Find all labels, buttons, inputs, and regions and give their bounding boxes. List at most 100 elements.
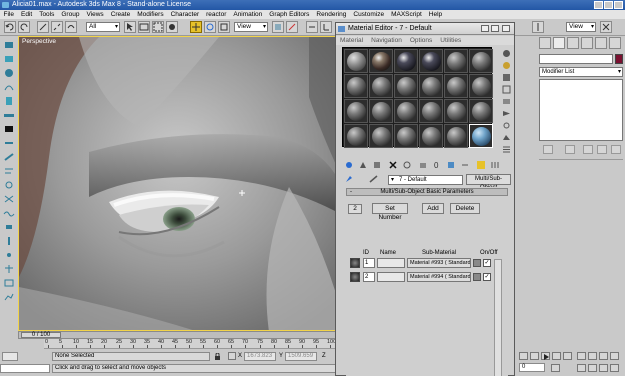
sample-slot[interactable] — [469, 99, 493, 123]
menu-help[interactable]: Help — [425, 10, 445, 19]
show-map-in-viewport-icon[interactable] — [446, 160, 456, 170]
sample-slot-selected[interactable] — [469, 124, 493, 148]
menu-maxscript[interactable]: MAXScript — [388, 10, 426, 19]
video-color-check-icon[interactable] — [501, 97, 512, 106]
timeline-ruler[interactable]: 0 5 10 15 20 25 30 35 40 45 50 55 60 65 70 75 80 85 90 95 10… — [44, 339, 336, 349]
pivot-center-icon[interactable] — [272, 21, 284, 33]
submaterial-id-field[interactable]: 1 — [363, 258, 375, 268]
me-menu-utilities[interactable]: Utilities — [436, 36, 465, 45]
minimize-button[interactable] — [594, 1, 603, 9]
add-button[interactable]: Add — [422, 203, 444, 214]
sample-slot[interactable] — [419, 74, 443, 98]
zoom-extents-icon[interactable] — [599, 352, 608, 360]
sample-slot[interactable] — [369, 124, 393, 148]
next-frame-icon[interactable] — [552, 352, 561, 360]
x-coordinate-field[interactable]: 1673.823 — [244, 352, 276, 361]
put-to-library-icon[interactable] — [418, 160, 428, 170]
time-configuration-icon[interactable] — [551, 364, 560, 372]
me-menu-navigation[interactable]: Navigation — [367, 36, 406, 45]
sample-slot[interactable] — [444, 74, 468, 98]
sample-slot[interactable] — [394, 74, 418, 98]
make-preview-icon[interactable] — [501, 109, 512, 118]
put-material-to-scene-icon[interactable] — [358, 160, 368, 170]
menu-reactor[interactable]: reactor — [203, 10, 230, 19]
go-to-parent-icon[interactable] — [476, 160, 486, 170]
select-and-move-icon[interactable] — [190, 21, 202, 33]
reactor-hinge-icon[interactable] — [3, 236, 15, 246]
menu-character[interactable]: Character — [167, 10, 203, 19]
submaterial-on-checkbox[interactable]: ✓ — [483, 273, 491, 281]
show-end-result-icon[interactable] — [460, 160, 470, 170]
keyboard-shortcut-override-icon[interactable] — [306, 21, 318, 33]
rectangular-selection-icon[interactable] — [152, 21, 164, 33]
zoom-extents-all-icon[interactable] — [610, 352, 619, 360]
perspective-viewport[interactable]: Perspective — [18, 36, 336, 331]
reactor-fracture-icon[interactable] — [3, 194, 15, 204]
me-menu-material[interactable]: Material — [336, 36, 367, 45]
reactor-ragdoll-icon[interactable] — [3, 264, 15, 274]
material-type-button[interactable]: Multi/Sub-Object — [466, 174, 511, 191]
column-name[interactable]: Name — [380, 250, 396, 256]
reactor-spring-icon[interactable] — [3, 124, 15, 134]
reactor-wind-icon[interactable] — [3, 166, 15, 176]
number-of-materials-field[interactable]: 2 — [348, 204, 362, 214]
menu-views[interactable]: Views — [83, 10, 107, 19]
menu-rendering[interactable]: Rendering — [313, 10, 350, 19]
current-frame-field[interactable]: 0 — [519, 363, 545, 372]
me-menu-options[interactable]: Options — [406, 36, 436, 45]
field-of-view-icon[interactable] — [577, 364, 586, 372]
sample-slot[interactable] — [344, 99, 368, 123]
go-forward-to-sibling-icon[interactable] — [490, 160, 500, 170]
menu-customize[interactable]: Customize — [350, 10, 388, 19]
material-editor-titlebar[interactable]: Material Editor - 7 - Default — [336, 23, 514, 35]
make-unique-modifier-icon[interactable] — [583, 145, 593, 154]
select-and-manipulate-icon[interactable] — [286, 21, 298, 33]
maximize-viewport-icon[interactable] — [610, 364, 619, 372]
show-end-result-toggle-icon[interactable] — [565, 145, 575, 154]
selection-filter-dropdown[interactable]: All — [86, 22, 120, 32]
reactor-dashpot-icon[interactable] — [3, 138, 15, 148]
sample-slot[interactable] — [394, 99, 418, 123]
modify-tab-icon[interactable] — [553, 37, 565, 49]
sample-slot[interactable] — [369, 74, 393, 98]
submaterial-swatch[interactable] — [350, 272, 360, 282]
mirror-icon[interactable] — [532, 21, 544, 33]
named-selection-dropdown[interactable]: View — [566, 22, 596, 32]
sample-slot[interactable] — [444, 49, 468, 73]
material-effects-channel-icon[interactable]: 0 — [432, 160, 442, 170]
hierarchy-tab-icon[interactable] — [567, 37, 579, 49]
display-tab-icon[interactable] — [595, 37, 607, 49]
unlink-icon[interactable] — [51, 21, 63, 33]
reactor-water-icon[interactable] — [3, 208, 15, 218]
menu-create[interactable]: Create — [107, 10, 134, 19]
backlight-icon[interactable] — [501, 61, 512, 70]
reference-coordinate-dropdown[interactable]: View — [234, 22, 268, 32]
sample-slot[interactable] — [444, 124, 468, 148]
sample-slot[interactable] — [469, 49, 493, 73]
submaterial-button[interactable]: Material #993 ( Standard ) — [407, 258, 471, 268]
reactor-rope-icon[interactable] — [3, 82, 15, 92]
reactor-toy-car-icon[interactable] — [3, 180, 15, 190]
object-name-field[interactable] — [539, 54, 613, 64]
orbit-icon[interactable] — [599, 364, 608, 372]
select-and-scale-icon[interactable] — [218, 21, 230, 33]
me-close-button[interactable] — [502, 25, 510, 32]
me-minimize-button[interactable] — [481, 25, 489, 32]
select-and-rotate-icon[interactable] — [204, 21, 216, 33]
utilities-tab-icon[interactable] — [609, 37, 621, 49]
redo-icon[interactable] — [18, 21, 30, 33]
submaterial-on-checkbox[interactable]: ✓ — [483, 259, 491, 267]
snaps-toggle-icon[interactable] — [320, 21, 332, 33]
time-slider[interactable]: 0 / 100 — [18, 331, 336, 339]
sample-slot[interactable] — [469, 74, 493, 98]
configure-modifier-sets-icon[interactable] — [611, 145, 621, 154]
menu-animation[interactable]: Animation — [230, 10, 266, 19]
go-to-start-icon[interactable] — [519, 352, 528, 360]
motion-tab-icon[interactable] — [581, 37, 593, 49]
select-object-icon[interactable] — [124, 21, 136, 33]
select-by-name-icon[interactable] — [138, 21, 150, 33]
reactor-rigid-body-icon[interactable] — [3, 40, 15, 50]
lock-selection-icon[interactable] — [214, 352, 221, 360]
sample-slot[interactable] — [369, 99, 393, 123]
submaterial-name-field[interactable] — [377, 272, 405, 282]
